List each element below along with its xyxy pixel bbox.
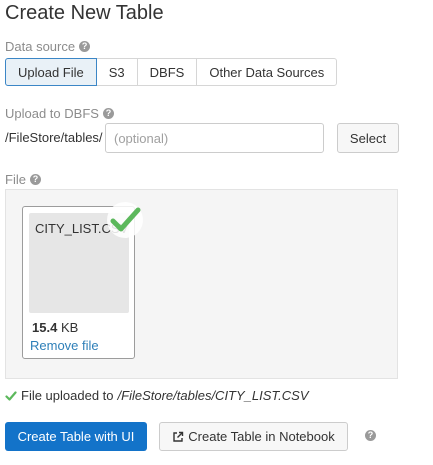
remove-file-link[interactable]: Remove file	[30, 338, 99, 353]
upload-success-badge	[107, 202, 143, 238]
upload-status: File uploaded to /FileStore/tables/CITY_…	[5, 388, 309, 403]
file-label: File ?	[5, 172, 41, 187]
help-circle-icon[interactable]: ?	[29, 174, 41, 185]
upload-dbfs-label: Upload to DBFS ?	[5, 106, 114, 121]
tab-dbfs[interactable]: DBFS	[136, 58, 198, 86]
check-icon	[5, 390, 17, 401]
help-circle-icon[interactable]: ?	[102, 108, 114, 119]
select-button[interactable]: Select	[337, 123, 399, 153]
data-source-label-text: Data source	[5, 39, 76, 54]
upload-status-text: File uploaded to	[21, 388, 114, 403]
tab-other-data-sources[interactable]: Other Data Sources	[196, 58, 338, 86]
create-table-in-notebook-label: Create Table in Notebook	[188, 429, 335, 444]
upload-status-path: /FileStore/tables/CITY_LIST.CSV	[117, 388, 309, 403]
file-size: 15.4 KB	[32, 320, 78, 335]
data-source-label: Data source ?	[5, 39, 91, 54]
page-title: Create New Table	[5, 2, 164, 24]
help-circle-icon[interactable]: ?	[365, 430, 376, 441]
file-size-unit: KB	[60, 320, 79, 335]
dbfs-path-prefix: /FileStore/tables/	[5, 130, 103, 145]
file-size-value: 15.4	[32, 320, 58, 335]
create-table-page: Create New Table Data source ? Upload Fi…	[0, 0, 433, 465]
dbfs-path-input[interactable]	[105, 123, 324, 153]
check-icon	[110, 207, 141, 232]
help-circle-icon[interactable]: ?	[79, 41, 91, 52]
file-label-text: File	[5, 172, 26, 187]
data-source-tabs: Upload File S3 DBFS Other Data Sources	[5, 58, 338, 86]
create-table-with-ui-button[interactable]: Create Table with UI	[5, 422, 147, 451]
external-link-icon	[173, 431, 184, 442]
tab-s3[interactable]: S3	[95, 58, 138, 86]
create-table-in-notebook-button[interactable]: Create Table in Notebook	[159, 422, 348, 451]
tab-upload-file[interactable]: Upload File	[5, 58, 97, 86]
upload-dbfs-label-text: Upload to DBFS	[5, 106, 99, 121]
